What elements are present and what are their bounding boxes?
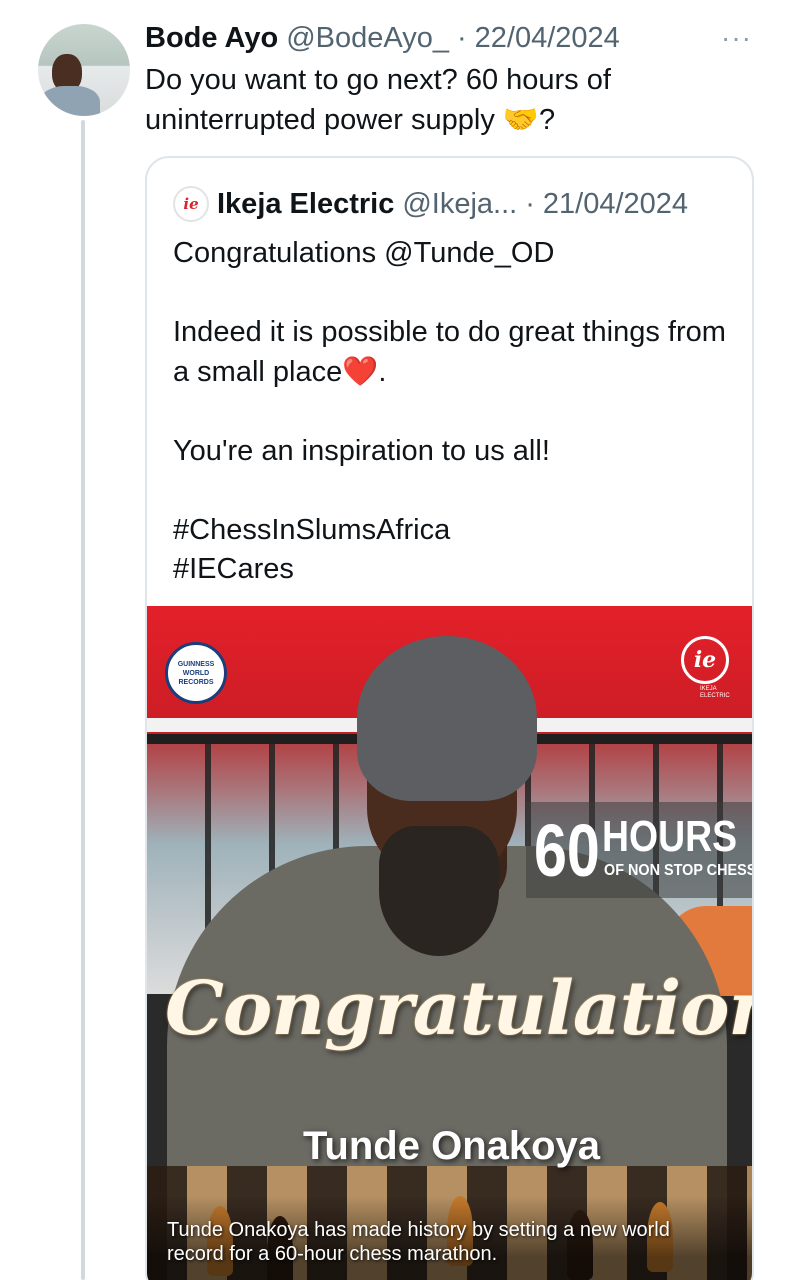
separator-dot: · — [456, 21, 467, 54]
quoted-author-handle[interactable]: @Ikeja... — [402, 188, 517, 221]
tweet-text-end: ? — [539, 104, 556, 136]
guinness-world-records-logo: GUINNESS WORLD RECORDS — [165, 642, 227, 704]
heart-emoji: ❤️ — [342, 355, 379, 388]
hours-word: HOURS — [602, 812, 738, 861]
quoted-line-2-end: . — [378, 355, 387, 388]
ie-logo-text: IKEJA ELECTRIC — [700, 686, 730, 699]
separator-dot: · — [525, 187, 535, 220]
hours-banner: 60 HOURS OF NON STOP CHESS — [526, 802, 754, 898]
person-beard — [379, 826, 499, 956]
quoted-author-avatar[interactable]: ie — [173, 186, 209, 222]
quoted-tweet[interactable]: ie Ikeja Electric @Ikeja... · 21/04/2024… — [145, 156, 754, 1280]
author-handle[interactable]: @BodeAyo_ — [286, 22, 449, 55]
image-caption: Tunde Onakoya has made history by settin… — [167, 1219, 670, 1265]
more-options-icon[interactable]: ··· — [721, 22, 752, 54]
hashtag-iecares[interactable]: #IECares — [173, 550, 733, 590]
hashtag-chessinslumsafrica[interactable]: #ChessInSlumsAfrica — [173, 511, 733, 551]
hours-subtitle: OF NON STOP CHESS — [604, 862, 754, 879]
quoted-tweet-image[interactable]: GUINNESS WORLD RECORDS ie IKEJA ELECTRIC… — [147, 606, 754, 1280]
quoted-line-2-text: Indeed it is possible to do great things… — [173, 316, 726, 388]
hours-number: 60 — [534, 809, 600, 892]
tweet-header: Bode Ayo @BodeAyo_ · 22/04/2024 — [145, 18, 620, 58]
congratulations-headline: Congratulations — [165, 966, 752, 1052]
quoted-tweet-date[interactable]: 21/04/2024 — [543, 188, 688, 221]
winner-name: Tunde Onakoya — [302, 1124, 601, 1168]
tweet-text: Do you want to go next? 60 hours of unin… — [145, 60, 755, 140]
quoted-tweet-header: ie Ikeja Electric @Ikeja... · 21/04/2024 — [173, 184, 688, 224]
quoted-line-3: You're an inspiration to us all! — [173, 434, 550, 467]
quoted-line-2: Indeed it is possible to do great things… — [173, 313, 733, 392]
avatar-body-shape — [40, 86, 100, 116]
quoted-author-name[interactable]: Ikeja Electric — [217, 188, 394, 221]
avatar[interactable] — [38, 24, 130, 116]
person-cap — [357, 636, 537, 801]
tweet-date[interactable]: 22/04/2024 — [475, 22, 620, 55]
thread-line — [81, 120, 85, 1280]
ie-logo-mark: ie — [681, 636, 729, 684]
quoted-tweet-text: Congratulations @Tunde_OD Indeed it is p… — [173, 234, 733, 590]
ikeja-electric-logo: ie IKEJA ELECTRIC — [670, 636, 740, 706]
handshake-emoji: 🤝 — [502, 104, 539, 136]
author-name[interactable]: Bode Ayo — [145, 22, 278, 55]
quoted-line-greeting: Congratulations @Tunde_OD — [173, 237, 555, 269]
